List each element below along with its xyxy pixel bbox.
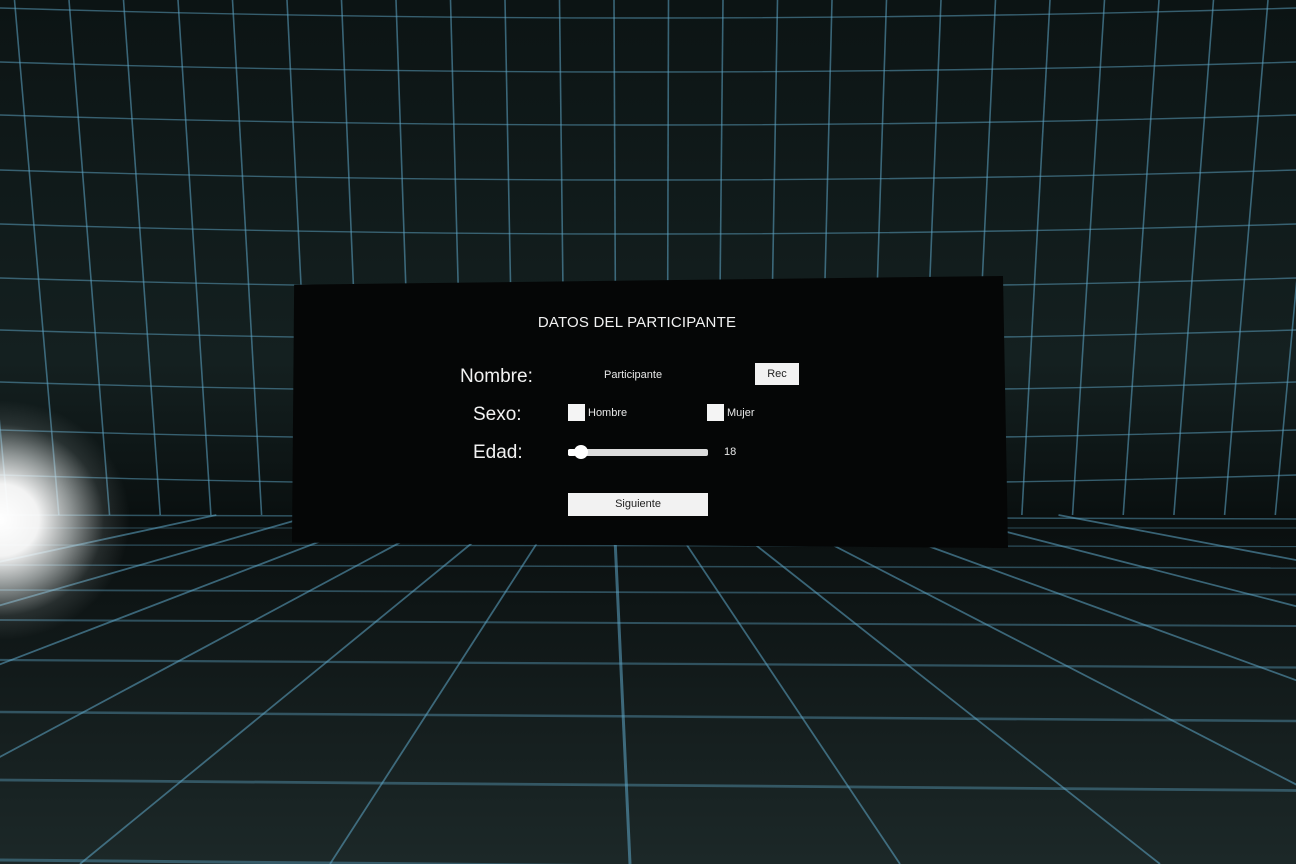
edad-label: Edad:: [473, 442, 523, 463]
nombre-input[interactable]: Participante: [604, 369, 662, 381]
vr-scene: DATOS DEL PARTICIPANTE Nombre: Participa…: [0, 0, 1296, 864]
sexo-label: Sexo:: [473, 404, 522, 425]
rec-button[interactable]: Rec: [755, 363, 799, 385]
form-title: DATOS DEL PARTICIPANTE: [537, 314, 737, 331]
mujer-label: Mujer: [727, 407, 755, 419]
nombre-label: Nombre:: [460, 366, 533, 387]
edad-slider-handle[interactable]: [574, 445, 589, 459]
participant-form-panel: DATOS DEL PARTICIPANTE Nombre: Participa…: [292, 276, 1008, 548]
edad-value: 18: [724, 446, 737, 458]
edad-slider[interactable]: [568, 449, 708, 456]
siguiente-button[interactable]: Siguiente: [568, 493, 708, 516]
hombre-checkbox[interactable]: [568, 404, 585, 421]
hombre-label: Hombre: [588, 407, 628, 419]
mujer-checkbox[interactable]: [707, 404, 724, 421]
